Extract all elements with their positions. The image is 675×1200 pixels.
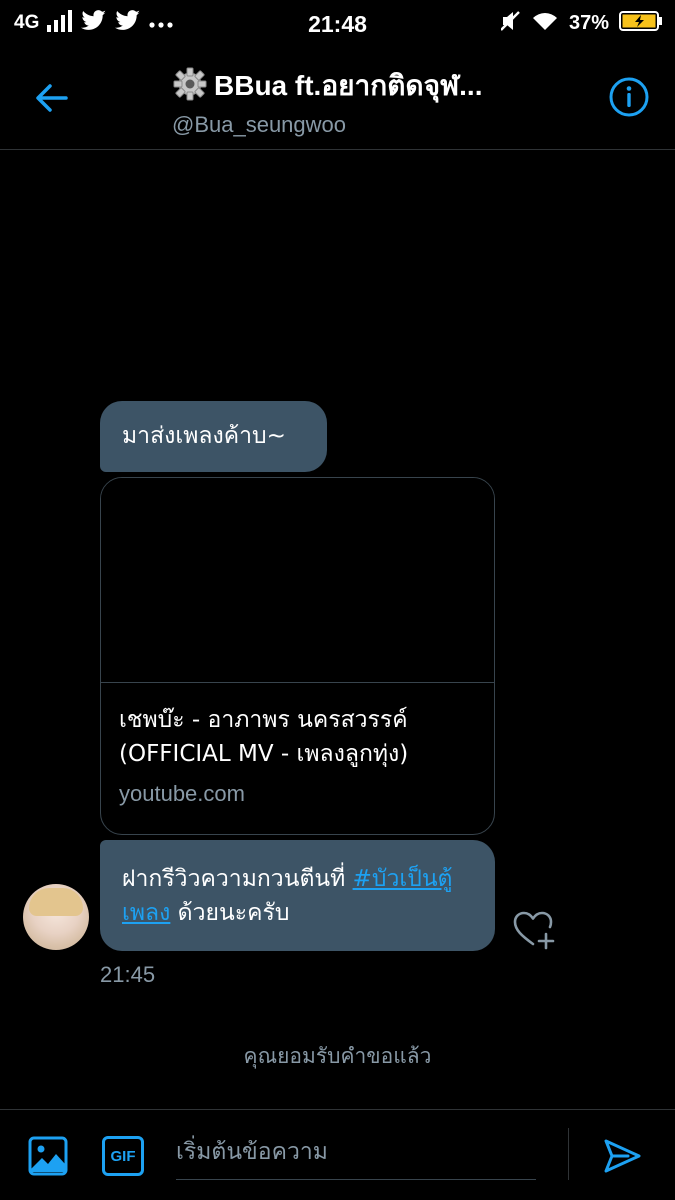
composer-divider [568,1128,569,1180]
request-accepted-notice: คุณยอมรับคำขอแล้ว [243,1044,432,1068]
message-input[interactable] [176,1124,536,1180]
avatar[interactable] [23,884,89,950]
message-text: ฝากรีวิวความกวนตีนที่ [122,866,353,892]
message-timestamp: 21:45 [100,962,156,987]
image-icon [28,1136,68,1176]
message-bubble[interactable]: ฝากรีวิวความกวนตีนที่ #บัวเป็นตู้เพลง ด้… [100,840,495,951]
send-icon [604,1139,641,1173]
link-preview-card[interactable]: เชพบ๊ะ - อาภาพร นครสวรรค์ (OFFICIAL MV -… [100,477,495,835]
info-button[interactable] [608,76,650,118]
conversation-header: BBua ft.อยากติดจุฬ... @Bua_seungwoo [0,48,675,150]
send-button[interactable] [602,1136,642,1176]
like-button[interactable] [512,910,556,950]
message-text: มาส่งเพลงค้าบ~ [122,423,286,449]
gif-label: GIF [110,1147,136,1165]
status-bar: 4G 21:48 37% [0,0,675,48]
gear-icon [172,66,208,106]
back-button[interactable] [32,80,72,116]
battery-percent: 37% [568,11,609,34]
add-media-button[interactable] [28,1136,68,1176]
conversation-title-block[interactable]: BBua ft.อยากติดจุฬ... @Bua_seungwoo [172,64,552,138]
link-preview-media [101,478,494,683]
conversation-handle: @Bua_seungwoo [172,112,347,137]
status-right: 37% [500,10,663,36]
link-preview-title: เชพบ๊ะ - อาภาพร นครสวรรค์ (OFFICIAL MV -… [119,707,409,767]
avatar-hair [29,888,83,916]
message-text: ด้วยนะครับ [170,900,290,926]
heart-plus-icon [513,911,555,950]
info-icon [609,77,649,117]
wifi-icon [531,10,559,36]
gif-button[interactable]: GIF [102,1136,144,1176]
battery-icon [619,10,663,36]
message-bubble[interactable]: มาส่งเพลงค้าบ~ [100,401,327,472]
mute-icon [500,10,521,36]
conversation-title: BBua ft.อยากติดจุฬ... [214,70,483,101]
link-preview-domain: youtube.com [119,781,245,806]
back-arrow-icon [36,84,68,112]
